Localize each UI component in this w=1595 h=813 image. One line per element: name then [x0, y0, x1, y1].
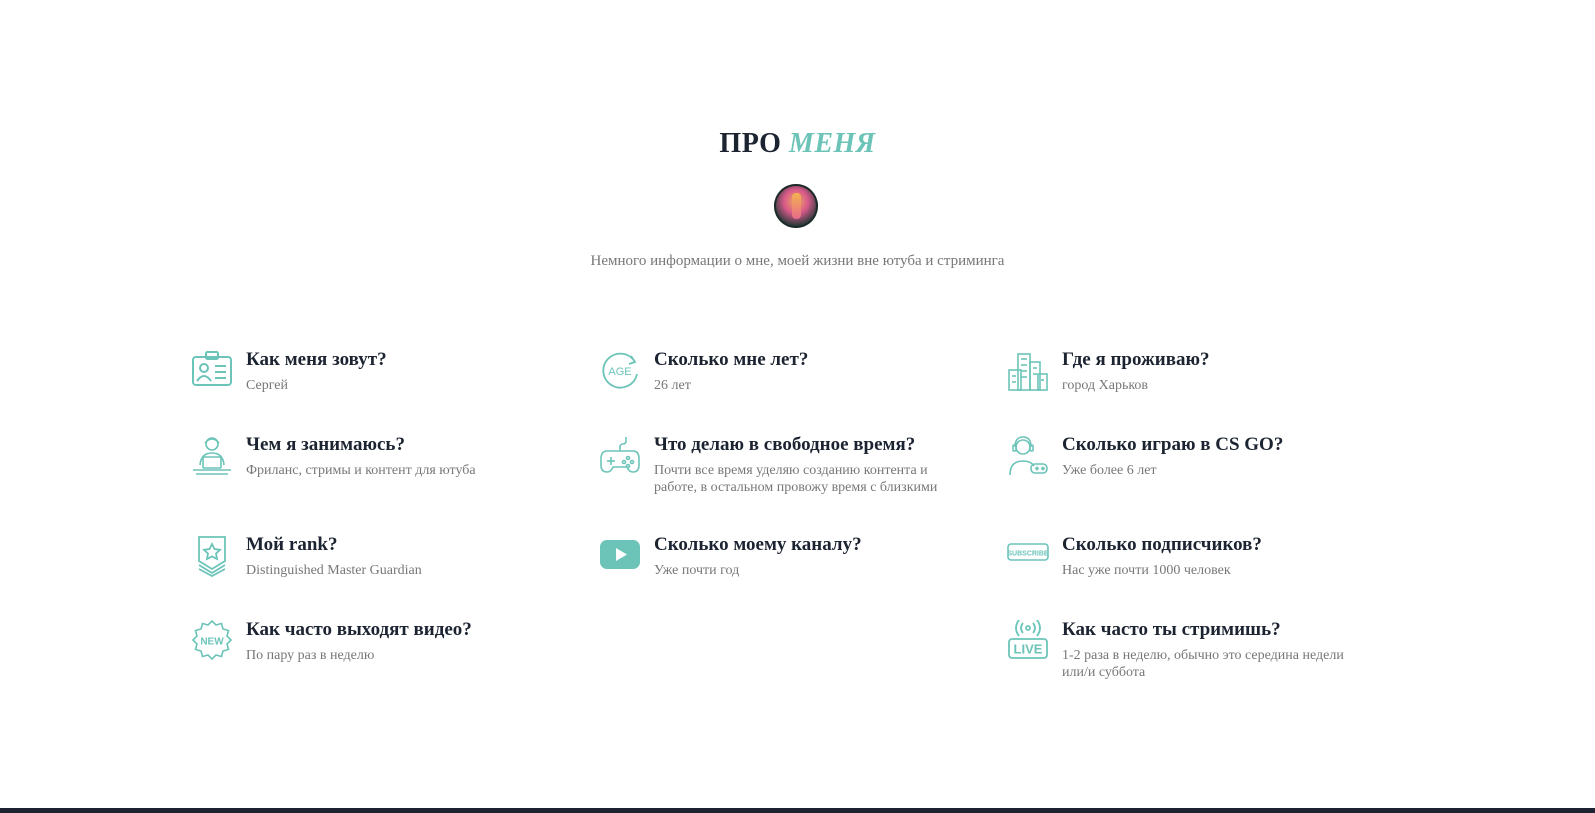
info-question: Сколько мне лет?: [654, 349, 809, 370]
info-question: Сколько подписчиков?: [1062, 534, 1262, 555]
gamepad-icon: [599, 435, 641, 477]
live-stream-icon: LIVE: [1007, 619, 1049, 662]
age-icon: AGE: [599, 350, 641, 392]
info-answer: Сергей: [246, 378, 288, 393]
section-title: ПРО МЕНЯ: [0, 128, 1595, 160]
avatar: [774, 184, 818, 228]
subscribe-icon-label: SUBSCRIBE: [1007, 551, 1049, 558]
info-answer: По пару раз в неделю: [246, 648, 375, 663]
id-card-icon: [191, 350, 233, 392]
live-icon-label: LIVE: [1014, 642, 1043, 657]
new-icon-label: NEW: [200, 637, 224, 648]
age-icon-label: AGE: [608, 366, 631, 378]
info-answer: 26 лет: [654, 378, 691, 393]
info-answer: 1-2 раза в неделю, обычно это середина н…: [1062, 648, 1344, 680]
section-subtitle: Немного информации о мне, моей жизни вне…: [590, 253, 1005, 269]
info-question: Что делаю в свободное время?: [654, 434, 916, 455]
info-answer: Нас уже почти 1000 человек: [1062, 563, 1231, 578]
info-question: Где я проживаю?: [1062, 349, 1210, 370]
info-question: Как часто выходят видео?: [246, 619, 472, 640]
info-question: Мой rank?: [246, 534, 338, 555]
city-buildings-icon: [1007, 350, 1049, 392]
info-question: Как часто ты стримишь?: [1062, 619, 1281, 640]
freelancer-laptop-icon: [191, 435, 233, 477]
new-badge-icon: NEW: [191, 619, 233, 662]
info-answer: Distinguished Master Guardian: [246, 563, 422, 578]
section-title-accent: МЕНЯ: [788, 128, 876, 159]
youtube-play-icon: [599, 535, 641, 577]
section-title-main: ПРО: [719, 128, 782, 159]
info-answer: Уже более 6 лет: [1062, 463, 1157, 478]
info-answer: Уже почти год: [654, 563, 740, 578]
info-question: Как меня зовут?: [246, 349, 387, 370]
info-question: Сколько играю в CS GO?: [1062, 434, 1284, 455]
info-answer: Фриланс, стримы и контент для ютуба: [246, 463, 476, 478]
info-answer: город Харьков: [1062, 378, 1149, 393]
rank-badge-icon: [191, 535, 233, 578]
info-question: Сколько моему каналу?: [654, 534, 862, 555]
subscribe-icon: SUBSCRIBE: [1007, 535, 1049, 577]
info-question: Чем я занимаюсь?: [246, 434, 405, 455]
footer-bar: [0, 808, 1595, 813]
info-answer: Почти все время уделяю созданию контента…: [654, 463, 938, 495]
gamer-headset-icon: [1007, 435, 1049, 477]
